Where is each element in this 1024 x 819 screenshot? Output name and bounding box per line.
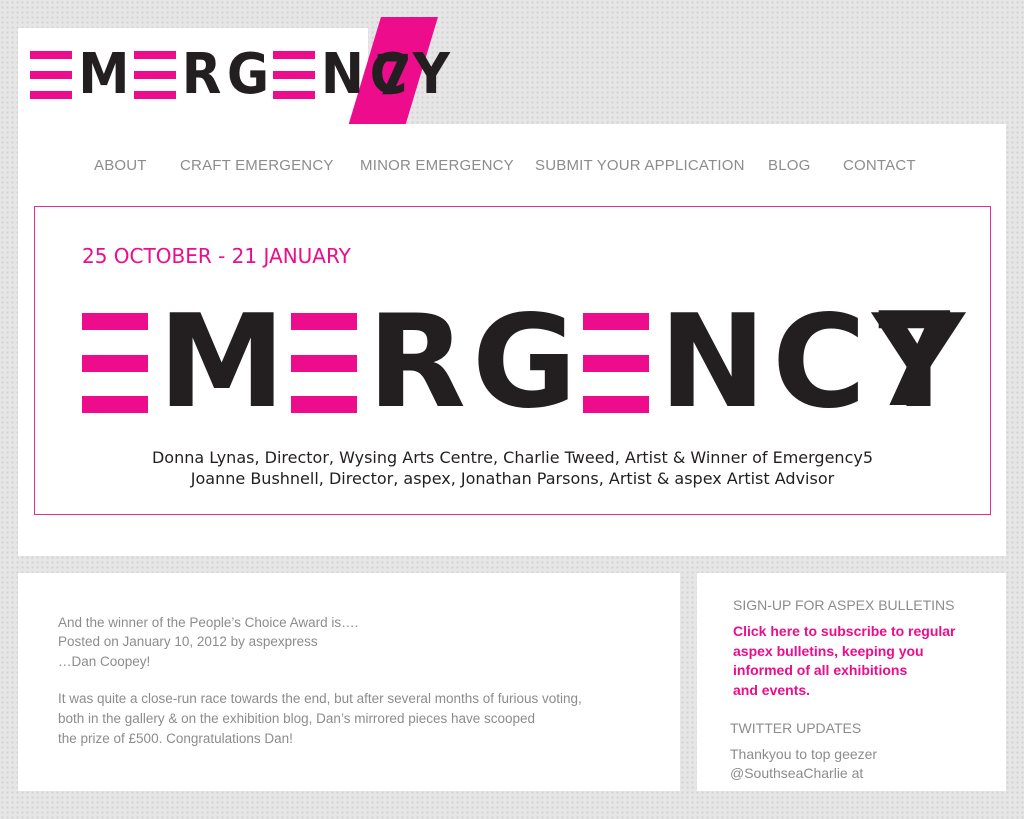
logo-letter: M — [78, 42, 130, 107]
hero-seven: 7 — [870, 284, 961, 436]
signup-heading: SIGN-UP FOR ASPEX BULLETINS — [733, 597, 955, 613]
signup-link[interactable]: Click here to subscribe to regular aspex… — [733, 622, 973, 700]
nav-submit-application[interactable]: SUBMIT YOUR APPLICATION — [535, 157, 745, 174]
hero-e-mark — [291, 313, 358, 413]
post-meta: Posted on January 10, 2012 by aspexpress — [58, 634, 318, 649]
logo-e-mark — [272, 51, 315, 99]
post-body-line: It was quite a close-run race towards th… — [58, 691, 582, 706]
logo-letter: R — [181, 42, 222, 107]
logo-e-mark — [133, 51, 176, 99]
signup-link-line: informed of all exhibitions — [733, 662, 908, 678]
blog-post-panel — [18, 573, 680, 791]
hero-e-mark — [82, 313, 148, 413]
hero-title: M R G N C Y — [82, 288, 971, 437]
hero-credits-line1: Donna Lynas, Director, Wysing Arts Centr… — [151, 448, 874, 467]
logo-letter: G — [226, 42, 269, 107]
twitter-heading: TWITTER UPDATES — [730, 720, 862, 736]
logo-seven: 7 — [374, 43, 413, 107]
logo-letter: Y — [412, 42, 450, 107]
signup-link-line: and events. — [733, 681, 811, 698]
hero-letter: N — [659, 288, 767, 437]
nav-about[interactable]: ABOUT — [94, 157, 147, 174]
hero-e-mark — [583, 313, 649, 413]
logo-letter: N — [320, 42, 364, 107]
tweet-line: Thankyou to top geezer — [730, 746, 878, 762]
post-body-line: the prize of £500. Congratulations Dan! — [58, 731, 293, 746]
tweet-line[interactable]: @SouthseaCharlie at — [730, 765, 863, 781]
exhibition-dates: 25 OCTOBER - 21 JANUARY — [82, 244, 351, 268]
hero-letter: G — [471, 288, 577, 437]
post-title[interactable]: And the winner of the People’s Choice Aw… — [58, 613, 358, 633]
hero-letter: M — [158, 288, 286, 437]
hero-credits-line2: Joanne Bushnell, Director, aspex, Jonath… — [190, 469, 835, 488]
hero-letter: R — [367, 288, 466, 437]
logo-e-mark — [30, 51, 72, 99]
post-lead: …Dan Coopey! — [58, 654, 151, 669]
signup-link-line: Click here to subscribe to regular — [733, 623, 956, 639]
nav-craft-emergency[interactable]: CRAFT EMERGENCY — [180, 157, 334, 174]
post-body-line: both in the gallery & on the exhibition … — [58, 711, 536, 726]
nav-blog[interactable]: BLOG — [768, 157, 810, 174]
signup-link-line: aspex bulletins, keeping you — [733, 642, 924, 659]
nav-contact[interactable]: CONTACT — [843, 157, 916, 174]
hero-letter: C — [772, 288, 867, 437]
nav-minor-emergency[interactable]: MINOR EMERGENCY — [360, 157, 514, 174]
